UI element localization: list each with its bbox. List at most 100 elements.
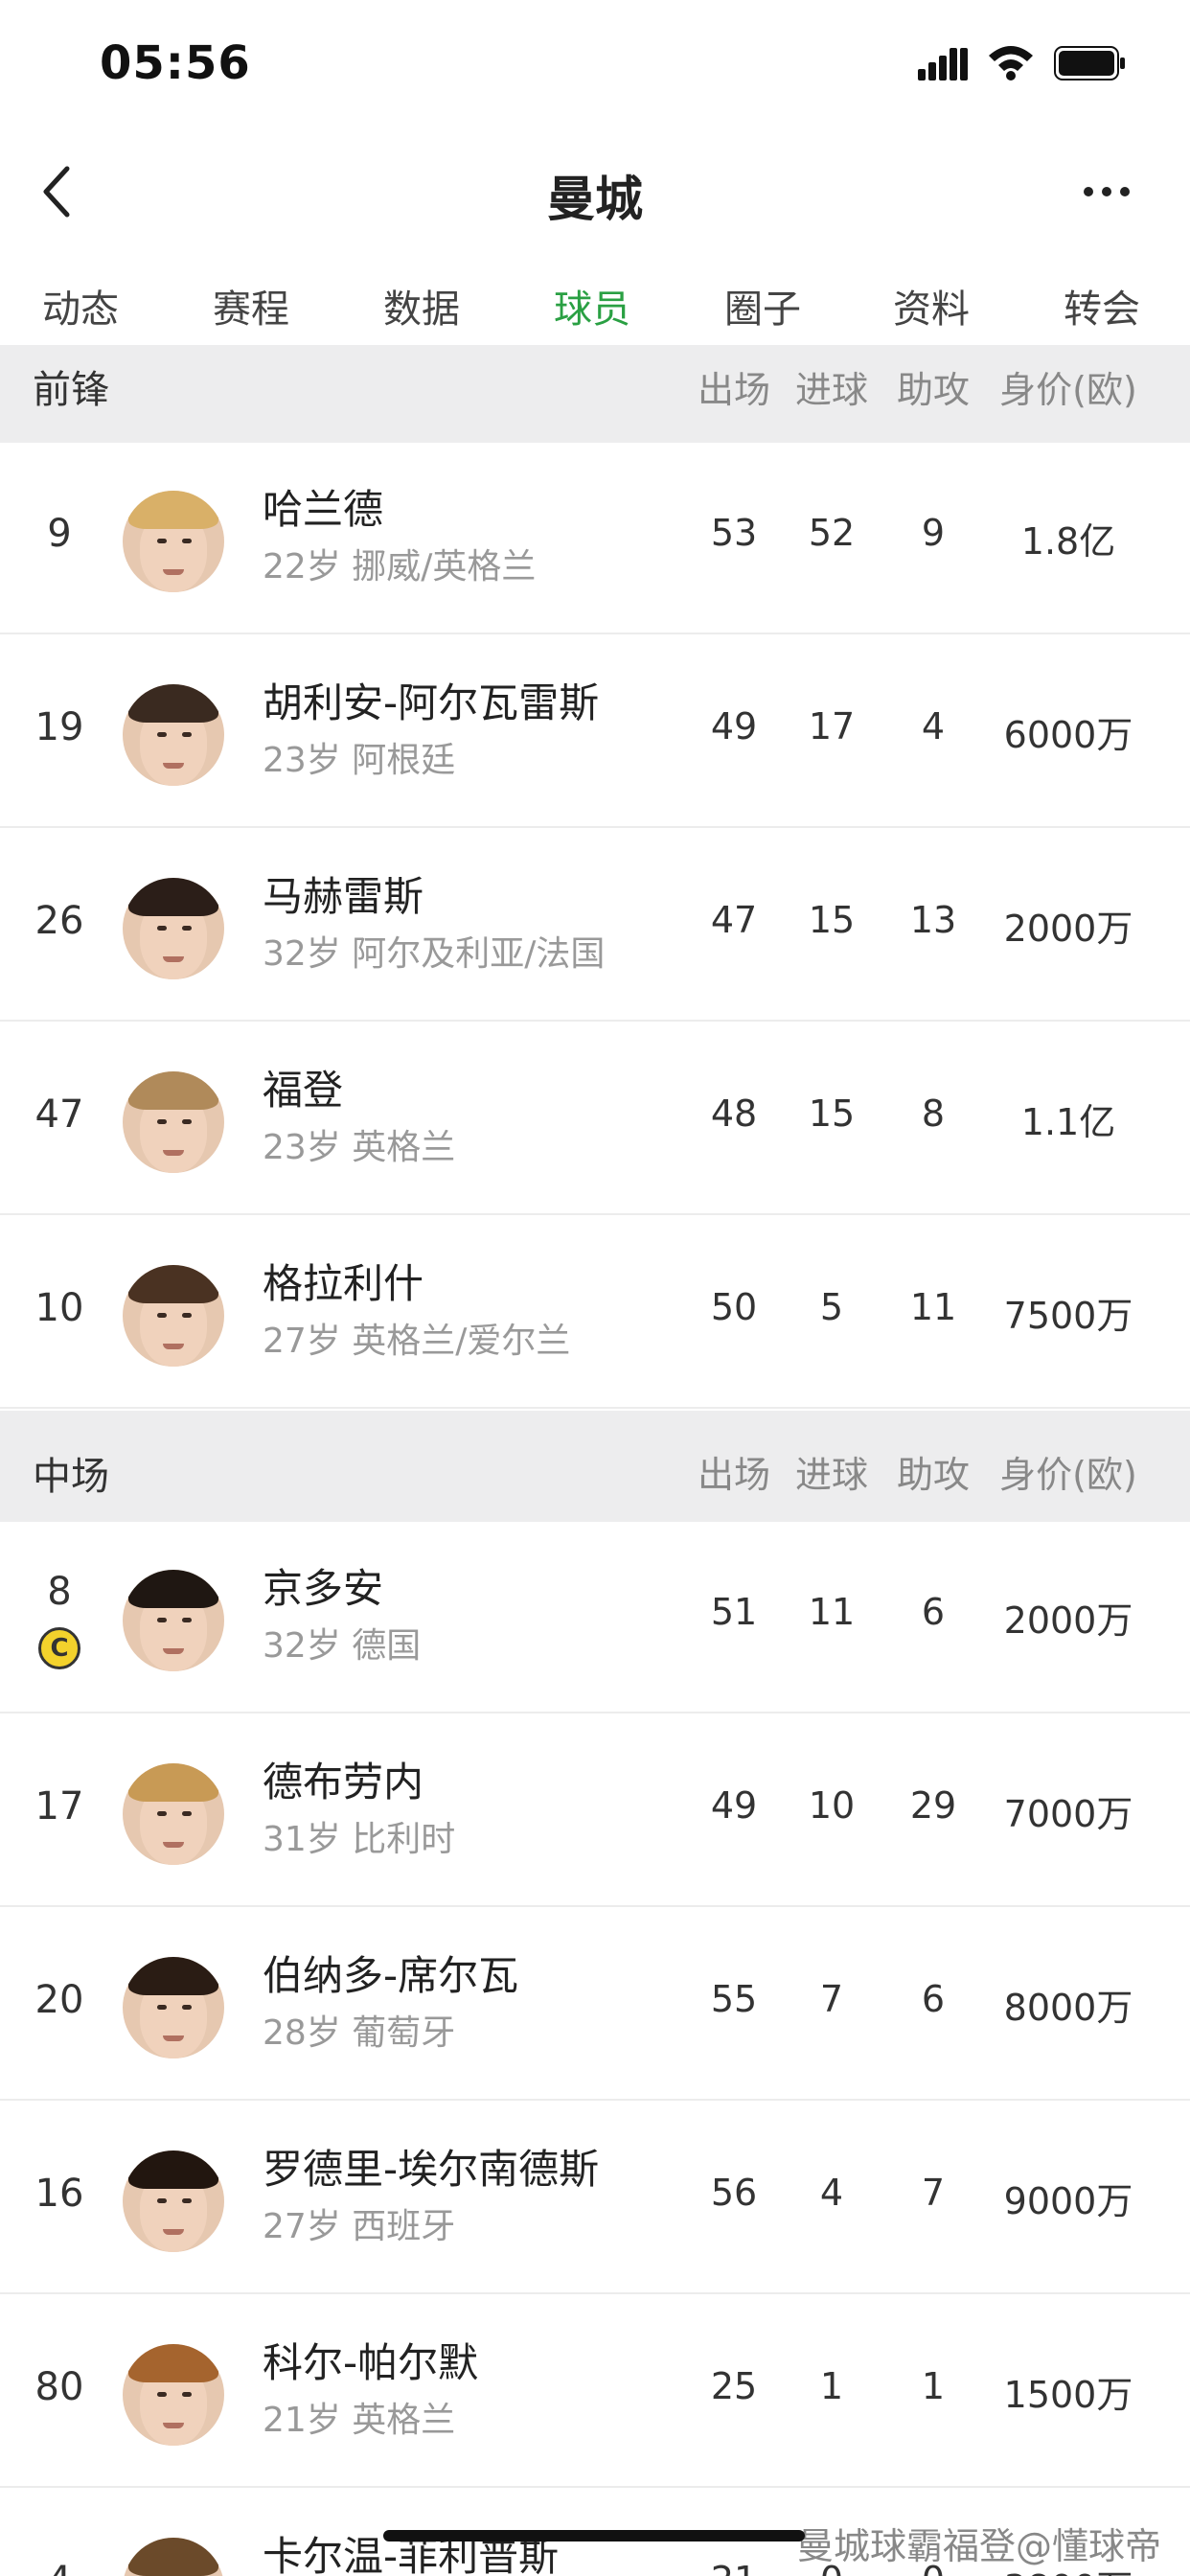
player-row[interactable]: 16 罗德里-埃尔南德斯 27岁 西班牙 56 4 7 9000万 xyxy=(0,2103,1190,2294)
appearances-count: 51 xyxy=(710,1591,758,1633)
player-row[interactable]: 20 伯纳多-席尔瓦 28岁 葡萄牙 55 7 6 8000万 xyxy=(0,1909,1190,2101)
home-indicator xyxy=(383,2530,805,2542)
goals-count: 1 xyxy=(819,2365,844,2407)
player-age-nationality: 32岁 阿尔及利亚/法国 xyxy=(263,934,606,974)
player-age-nationality: 21岁 英格兰 xyxy=(263,2401,456,2440)
goals-count: 11 xyxy=(808,1591,856,1633)
column-header: 身价(欧) xyxy=(999,369,1137,411)
tab-stats[interactable]: 数据 xyxy=(383,278,460,334)
status-bar: 05:56 xyxy=(0,0,1190,134)
player-row[interactable]: 10 格拉利什 27岁 英格兰/爱尔兰 50 5 11 7500万 xyxy=(0,1217,1190,1409)
appearances-count: 47 xyxy=(710,899,758,941)
tab-transfers[interactable]: 转会 xyxy=(1064,278,1140,334)
jersey-number: 17 xyxy=(34,1784,84,1828)
tab-schedule[interactable]: 赛程 xyxy=(213,278,289,334)
battery-icon xyxy=(1054,46,1125,80)
jersey-number: 80 xyxy=(34,2365,84,2409)
more-options-icon[interactable] xyxy=(1083,184,1131,199)
market-value: 2000万 xyxy=(1003,1599,1133,1642)
assists-count: 4 xyxy=(921,705,946,748)
appearances-count: 49 xyxy=(710,1784,758,1827)
player-age-nationality: 31岁 比利时 xyxy=(263,1820,456,1859)
player-age-nationality: 22岁 挪威/英格兰 xyxy=(263,547,537,586)
player-name: 马赫雷斯 xyxy=(263,873,424,920)
column-header: 出场 xyxy=(697,1454,770,1496)
status-time: 05:56 xyxy=(100,36,251,90)
appearances-count: 49 xyxy=(710,705,758,748)
assists-count: 13 xyxy=(909,899,957,941)
player-row[interactable]: 26 马赫雷斯 32岁 阿尔及利亚/法国 47 15 13 2000万 xyxy=(0,830,1190,1022)
player-name: 胡利安-阿尔瓦雷斯 xyxy=(263,679,600,726)
jersey-number: 9 xyxy=(47,512,72,556)
section-header: 前锋 出场 进球 助攻 身价(欧) xyxy=(0,345,1190,443)
assists-count: 9 xyxy=(921,512,946,554)
player-age-nationality: 27岁 英格兰/爱尔兰 xyxy=(263,1322,571,1361)
goals-count: 52 xyxy=(808,512,856,554)
player-avatar xyxy=(123,2538,224,2576)
tab-community[interactable]: 圈子 xyxy=(724,278,801,334)
player-avatar xyxy=(123,1763,224,1865)
tab-profile[interactable]: 资料 xyxy=(893,278,970,334)
section-header: 中场 出场 进球 助攻 身价(欧) xyxy=(0,1411,1190,1522)
player-age-nationality: 28岁 葡萄牙 xyxy=(263,2013,456,2053)
column-header: 身价(欧) xyxy=(999,1454,1137,1496)
player-avatar xyxy=(123,491,224,592)
goals-count: 10 xyxy=(808,1784,856,1827)
player-name: 格拉利什 xyxy=(263,1260,424,1307)
player-avatar xyxy=(123,2150,224,2252)
player-row[interactable]: 80 科尔-帕尔默 21岁 英格兰 25 1 1 1500万 xyxy=(0,2296,1190,2488)
appearances-count: 21 xyxy=(696,2559,772,2576)
market-value: 8000万 xyxy=(1003,1987,1133,2029)
appearances-count: 56 xyxy=(710,2172,758,2214)
player-age-nationality: 23岁 阿根廷 xyxy=(263,741,456,780)
player-age-nationality: 32岁 德国 xyxy=(263,1626,422,1666)
player-avatar xyxy=(123,1957,224,2058)
section-name: 中场 xyxy=(33,1455,109,1499)
assists-count: 6 xyxy=(921,1591,946,1633)
player-row[interactable]: 19 胡利安-阿尔瓦雷斯 23岁 阿根廷 49 17 4 6000万 xyxy=(0,636,1190,828)
player-name: 伯纳多-席尔瓦 xyxy=(263,1952,519,1999)
player-row[interactable]: 9 哈兰德 22岁 挪威/英格兰 53 52 9 1.8亿 xyxy=(0,443,1190,634)
player-row[interactable]: 8 C 京多安 32岁 德国 51 11 6 2000万 xyxy=(0,1522,1190,1714)
nav-bar: 曼城 xyxy=(0,134,1190,249)
market-value: 1500万 xyxy=(1003,2374,1133,2416)
goals-count: 7 xyxy=(819,1978,844,2020)
goals-count: 5 xyxy=(819,1286,844,1328)
column-header: 进球 xyxy=(794,369,868,411)
assists-count: 6 xyxy=(921,1978,946,2020)
player-avatar xyxy=(123,2344,224,2446)
goals-count: 4 xyxy=(819,2172,844,2214)
appearances-count: 50 xyxy=(710,1286,758,1328)
cellular-signal-icon xyxy=(918,48,968,80)
appearances-count: 25 xyxy=(710,2365,758,2407)
wifi-icon xyxy=(989,46,1033,80)
player-row[interactable]: 47 福登 23岁 英格兰 48 15 8 1.1亿 xyxy=(0,1024,1190,1215)
jersey-number: 20 xyxy=(34,1978,84,2022)
jersey-number: 16 xyxy=(34,2172,84,2216)
player-name: 德布劳内 xyxy=(263,1759,424,1806)
player-name: 福登 xyxy=(263,1067,344,1114)
tab-news[interactable]: 动态 xyxy=(42,278,119,334)
jersey-number: 8 xyxy=(47,1570,72,1614)
tab-bar: 动态 赛程 数据 球员 圈子 资料 转会 xyxy=(0,253,1190,355)
player-name: 哈兰德 xyxy=(263,486,384,533)
market-value: 7500万 xyxy=(1003,1295,1133,1337)
player-avatar xyxy=(123,1570,224,1671)
player-row[interactable]: 17 德布劳内 31岁 比利时 49 10 29 7000万 xyxy=(0,1715,1190,1907)
market-value: 2000万 xyxy=(1003,908,1133,950)
market-value: 6000万 xyxy=(1003,714,1133,756)
market-value: 7000万 xyxy=(1003,1793,1133,1835)
page-title: 曼城 xyxy=(547,172,643,227)
market-value: 9000万 xyxy=(1003,2180,1133,2222)
player-name: 京多安 xyxy=(263,1565,384,1612)
market-value: 1.1亿 xyxy=(1020,1101,1116,1143)
assists-count: 8 xyxy=(921,1092,946,1135)
jersey-number: 4 xyxy=(19,2559,100,2576)
player-age-nationality: 27岁 西班牙 xyxy=(263,2207,456,2246)
assists-count: 1 xyxy=(921,2365,946,2407)
column-header: 助攻 xyxy=(896,1454,970,1496)
goals-count: 17 xyxy=(808,705,856,748)
tab-players[interactable]: 球员 xyxy=(554,278,630,334)
goals-count: 15 xyxy=(808,1092,856,1135)
jersey-number: 47 xyxy=(34,1092,84,1137)
